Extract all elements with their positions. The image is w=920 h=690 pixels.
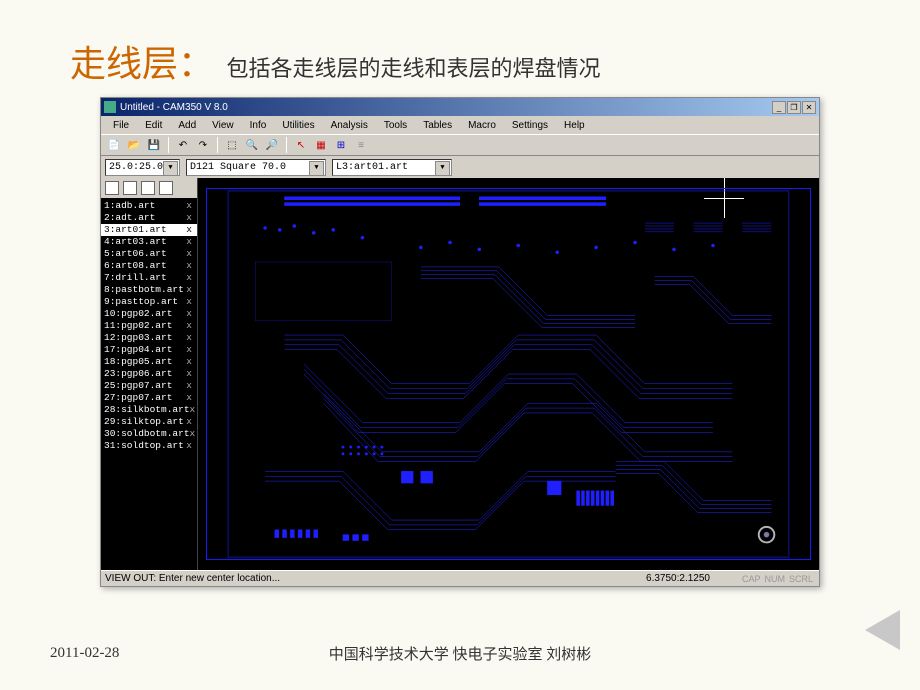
layer-item[interactable]: 3:art01.artx bbox=[101, 224, 197, 236]
layer-item[interactable]: 23:pgp06.artx bbox=[101, 368, 197, 380]
cursor-button[interactable]: ↖ bbox=[292, 136, 310, 154]
menu-utilities[interactable]: Utilities bbox=[274, 118, 322, 133]
layer-item[interactable]: 18:pgp05.artx bbox=[101, 356, 197, 368]
layer-item[interactable]: 29:silktop.artx bbox=[101, 416, 197, 428]
menu-view[interactable]: View bbox=[204, 118, 242, 133]
layer-list: 1:adb.artx2:adt.artx3:art01.artx4:art03.… bbox=[101, 198, 197, 570]
footer-date: 2011-02-28 bbox=[0, 645, 119, 662]
layer-item[interactable]: 6:art08.artx bbox=[101, 260, 197, 272]
layer-item[interactable]: 7:drill.artx bbox=[101, 272, 197, 284]
dropdowns-row: 25.0:25.0 D121 Square 70.0 L3:art01.art bbox=[101, 156, 819, 178]
layer-item[interactable]: 25:pgp07.artx bbox=[101, 380, 197, 392]
prev-arrow-icon[interactable] bbox=[865, 610, 900, 650]
layer-item[interactable]: 27:pgp07.artx bbox=[101, 392, 197, 404]
zoom-out-button[interactable]: 🔎 bbox=[263, 136, 281, 154]
layer-item[interactable]: 4:art03.artx bbox=[101, 236, 197, 248]
app-icon bbox=[104, 101, 116, 113]
panel-toolbar bbox=[101, 178, 197, 198]
grid-button[interactable]: ▦ bbox=[312, 136, 330, 154]
layer-item[interactable]: 1:adb.artx bbox=[101, 200, 197, 212]
toolbar: 📄 📂 💾 ↶ ↷ ⬚ 🔍 🔎 ↖ ▦ ⊞ ≡ bbox=[101, 134, 819, 156]
layer-panel: 1:adb.artx2:adt.artx3:art01.artx4:art03.… bbox=[101, 178, 198, 570]
layer-combo[interactable]: L3:art01.art bbox=[332, 159, 452, 176]
layer-item[interactable]: 28:silkbotm.artx bbox=[101, 404, 197, 416]
panel-icon-2[interactable] bbox=[123, 181, 137, 195]
layer-item[interactable]: 11:pgp02.artx bbox=[101, 320, 197, 332]
dcode-combo[interactable]: D121 Square 70.0 bbox=[186, 159, 326, 176]
minimize-button[interactable]: _ bbox=[772, 101, 786, 114]
save-button[interactable]: 💾 bbox=[145, 136, 163, 154]
layer-item[interactable]: 17:pgp04.artx bbox=[101, 344, 197, 356]
menu-add[interactable]: Add bbox=[170, 118, 204, 133]
coord-combo[interactable]: 25.0:25.0 bbox=[105, 159, 180, 176]
window-title: Untitled - CAM350 V 8.0 bbox=[120, 102, 772, 113]
open-button[interactable]: 📂 bbox=[125, 136, 143, 154]
pcb-board bbox=[206, 188, 811, 560]
main-area: 1:adb.artx2:adt.artx3:art01.artx4:art03.… bbox=[101, 178, 819, 570]
layer-item[interactable]: 31:soldtop.artx bbox=[101, 440, 197, 452]
titlebar: Untitled - CAM350 V 8.0 _ ❐ ✕ bbox=[101, 98, 819, 116]
status-num: NUM bbox=[762, 574, 787, 584]
panel-icon-3[interactable] bbox=[141, 181, 155, 195]
status-text: VIEW OUT: Enter new center location... bbox=[105, 573, 616, 584]
pcb-canvas[interactable] bbox=[198, 178, 819, 570]
zoom-window-button[interactable]: ⬚ bbox=[223, 136, 241, 154]
status-scrl: SCRL bbox=[787, 574, 815, 584]
layer-item[interactable]: 2:adt.artx bbox=[101, 212, 197, 224]
menu-settings[interactable]: Settings bbox=[504, 118, 556, 133]
zoom-in-button[interactable]: 🔍 bbox=[243, 136, 261, 154]
menu-tables[interactable]: Tables bbox=[415, 118, 460, 133]
slide-title-sub: 包括各走线层的走线和表层的焊盘情况 bbox=[226, 56, 600, 81]
close-button[interactable]: ✕ bbox=[802, 101, 816, 114]
menu-analysis[interactable]: Analysis bbox=[323, 118, 376, 133]
layer-item[interactable]: 8:pastbotm.artx bbox=[101, 284, 197, 296]
layer-item[interactable]: 10:pgp02.artx bbox=[101, 308, 197, 320]
layer-item[interactable]: 5:art06.artx bbox=[101, 248, 197, 260]
layer-item[interactable]: 30:soldbotm.artx bbox=[101, 428, 197, 440]
status-coord: 6.3750:2.1250 bbox=[616, 573, 740, 584]
snap-button[interactable]: ⊞ bbox=[332, 136, 350, 154]
undo-button[interactable]: ↶ bbox=[174, 136, 192, 154]
statusbar: VIEW OUT: Enter new center location... 6… bbox=[101, 570, 819, 586]
status-cap: CAP bbox=[740, 574, 763, 584]
panel-icon-1[interactable] bbox=[105, 181, 119, 195]
menu-help[interactable]: Help bbox=[556, 118, 593, 133]
menu-edit[interactable]: Edit bbox=[137, 118, 170, 133]
menubar: File Edit Add View Info Utilities Analys… bbox=[101, 116, 819, 134]
menu-info[interactable]: Info bbox=[242, 118, 275, 133]
layer-item[interactable]: 12:pgp03.artx bbox=[101, 332, 197, 344]
layer-item[interactable]: 9:pasttop.artx bbox=[101, 296, 197, 308]
footer-org: 中国科学技术大学 快电子实验室 刘树彬 bbox=[329, 643, 592, 664]
layer-button[interactable]: ≡ bbox=[352, 136, 370, 154]
slide-title-main: 走线层： bbox=[70, 44, 214, 84]
pcb-svg bbox=[207, 189, 810, 559]
slide-footer: 2011-02-28 中国科学技术大学 快电子实验室 刘树彬 bbox=[0, 645, 920, 662]
redo-button[interactable]: ↷ bbox=[194, 136, 212, 154]
menu-tools[interactable]: Tools bbox=[376, 118, 415, 133]
menu-file[interactable]: File bbox=[105, 118, 137, 133]
menu-macro[interactable]: Macro bbox=[460, 118, 504, 133]
app-window: Untitled - CAM350 V 8.0 _ ❐ ✕ File Edit … bbox=[100, 97, 820, 587]
new-button[interactable]: 📄 bbox=[105, 136, 123, 154]
maximize-button[interactable]: ❐ bbox=[787, 101, 801, 114]
panel-icon-4[interactable] bbox=[159, 181, 173, 195]
